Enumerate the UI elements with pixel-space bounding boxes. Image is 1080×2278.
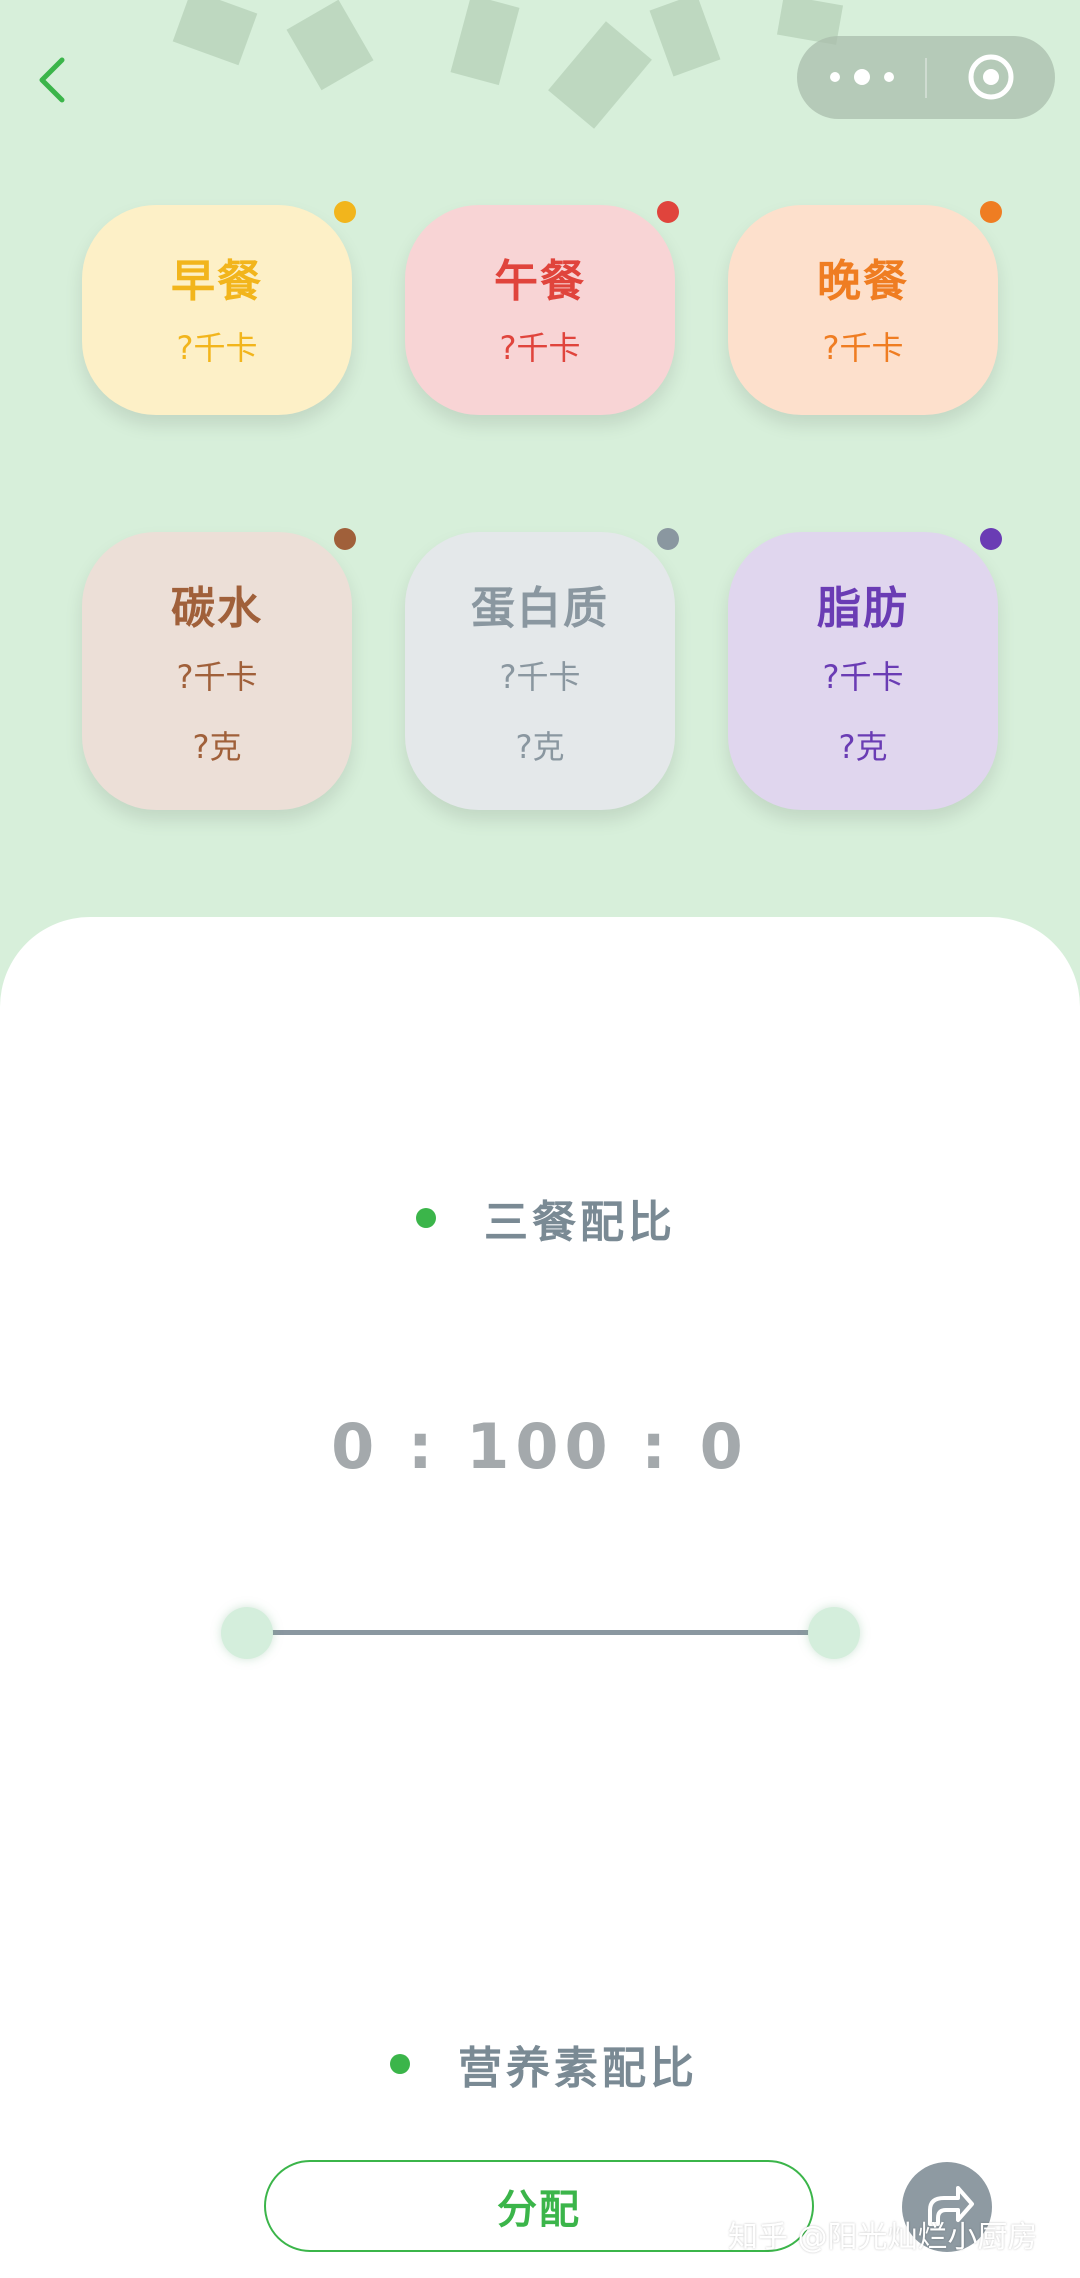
card-title: 脂肪 bbox=[817, 583, 909, 634]
card-kcal: ?千卡 bbox=[499, 329, 581, 367]
bullet-dot bbox=[416, 1208, 436, 1228]
fat-card[interactable]: 脂肪 ?千卡 ?克 bbox=[728, 532, 998, 810]
watermark-text: 知乎 @阳光灿烂小厨房 bbox=[728, 2220, 1038, 2255]
slider-handle-left[interactable] bbox=[221, 1607, 273, 1659]
card-gram: ?克 bbox=[838, 728, 888, 766]
dinner-dot bbox=[980, 201, 1002, 223]
card-kcal: ?千卡 bbox=[822, 329, 904, 367]
card-title: 午餐 bbox=[494, 256, 586, 307]
carb-dot bbox=[334, 528, 356, 550]
card-kcal: ?千卡 bbox=[176, 329, 258, 367]
dinner-card[interactable]: 晚餐 ?千卡 bbox=[728, 205, 998, 415]
more-dots-icon[interactable] bbox=[827, 62, 897, 92]
bullet-dot bbox=[390, 2054, 410, 2074]
target-circle-icon[interactable] bbox=[967, 53, 1015, 101]
slider-handle-right[interactable] bbox=[808, 1607, 860, 1659]
meal-ratio-label: 三餐配比 bbox=[484, 1197, 676, 1248]
capsule-divider bbox=[925, 58, 927, 98]
breakfast-dot bbox=[334, 201, 356, 223]
card-title: 早餐 bbox=[171, 256, 263, 307]
mini-program-capsule bbox=[797, 36, 1055, 119]
card-kcal: ?千卡 bbox=[822, 658, 904, 696]
top-bar bbox=[0, 0, 1080, 160]
nutrient-ratio-label: 营养素配比 bbox=[458, 2043, 698, 2094]
breakfast-card[interactable]: 早餐 ?千卡 bbox=[82, 205, 352, 415]
nutrient-ratio-header: 营养素配比 bbox=[390, 2032, 698, 2096]
protein-dot bbox=[657, 528, 679, 550]
card-gram: ?克 bbox=[515, 728, 565, 766]
card-gram: ?克 bbox=[192, 728, 242, 766]
chevron-left-icon[interactable] bbox=[30, 50, 80, 110]
card-kcal: ?千卡 bbox=[176, 658, 258, 696]
carb-card[interactable]: 碳水 ?千卡 ?克 bbox=[82, 532, 352, 810]
meal-ratio-value: 0 : 100 : 0 bbox=[331, 1410, 749, 1483]
card-title: 碳水 bbox=[171, 583, 263, 634]
card-kcal: ?千卡 bbox=[499, 658, 581, 696]
meal-ratio-header: 三餐配比 bbox=[416, 1186, 676, 1250]
fat-dot bbox=[980, 528, 1002, 550]
slider-track[interactable] bbox=[268, 1630, 814, 1635]
card-title: 蛋白质 bbox=[471, 583, 609, 634]
protein-card[interactable]: 蛋白质 ?千卡 ?克 bbox=[405, 532, 675, 810]
card-title: 晚餐 bbox=[817, 256, 909, 307]
lunch-card[interactable]: 午餐 ?千卡 bbox=[405, 205, 675, 415]
lunch-dot bbox=[657, 201, 679, 223]
